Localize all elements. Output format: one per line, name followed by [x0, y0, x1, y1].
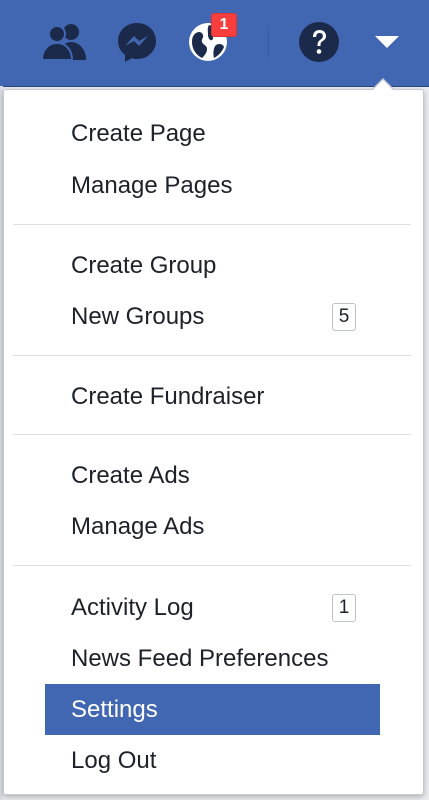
menu-item-label: New Groups	[71, 303, 205, 330]
menu-item-create-group[interactable]: Create Group	[45, 240, 380, 291]
menu-item-label: Create Ads	[71, 462, 190, 489]
menu-item-label: Log Out	[71, 747, 157, 774]
friends-icon	[40, 22, 90, 62]
new-groups-count-badge: 5	[332, 303, 356, 331]
menu-divider	[13, 355, 411, 356]
menu-item-label: Settings	[71, 696, 158, 723]
menu-divider	[13, 224, 411, 225]
menu-item-create-page[interactable]: Create Page	[45, 108, 380, 159]
friend-requests-button[interactable]	[40, 18, 90, 66]
menu-item-label: Manage Ads	[71, 513, 205, 540]
messenger-button[interactable]	[112, 18, 162, 66]
menu-item-label: News Feed Preferences	[71, 645, 329, 672]
menu-divider	[13, 434, 411, 435]
menu-item-label: Create Fundraiser	[71, 383, 265, 410]
menu-caret-icon	[374, 34, 400, 50]
menu-item-news-feed-preferences[interactable]: News Feed Preferences	[45, 633, 380, 684]
notifications-button[interactable]: 1	[183, 13, 237, 66]
topbar-separator	[268, 26, 269, 58]
dropdown-caret-fill	[373, 80, 393, 90]
menu-item-label: Manage Pages	[71, 172, 233, 199]
menu-item-settings[interactable]: Settings	[45, 684, 380, 735]
menu-item-create-ads[interactable]: Create Ads	[45, 450, 380, 501]
help-button[interactable]	[294, 18, 344, 66]
activity-log-count-badge: 1	[332, 594, 356, 622]
menu-item-label: Create Page	[71, 120, 206, 147]
notification-count-badge: 1	[211, 13, 237, 37]
menu-item-new-groups[interactable]: New Groups 5	[45, 291, 380, 342]
menu-divider	[13, 565, 411, 566]
help-icon	[298, 21, 340, 63]
menu-item-manage-pages[interactable]: Manage Pages	[45, 160, 380, 211]
top-navigation-bar: 1	[0, 0, 429, 87]
menu-item-activity-log[interactable]: Activity Log 1	[45, 582, 380, 633]
messenger-icon	[115, 20, 159, 64]
menu-item-label: Activity Log	[71, 594, 194, 621]
menu-item-label: Create Group	[71, 252, 217, 279]
menu-item-log-out[interactable]: Log Out	[45, 735, 380, 786]
menu-item-manage-ads[interactable]: Manage Ads	[45, 501, 380, 552]
menu-item-create-fundraiser[interactable]: Create Fundraiser	[45, 371, 380, 422]
account-menu-button[interactable]	[362, 18, 412, 66]
